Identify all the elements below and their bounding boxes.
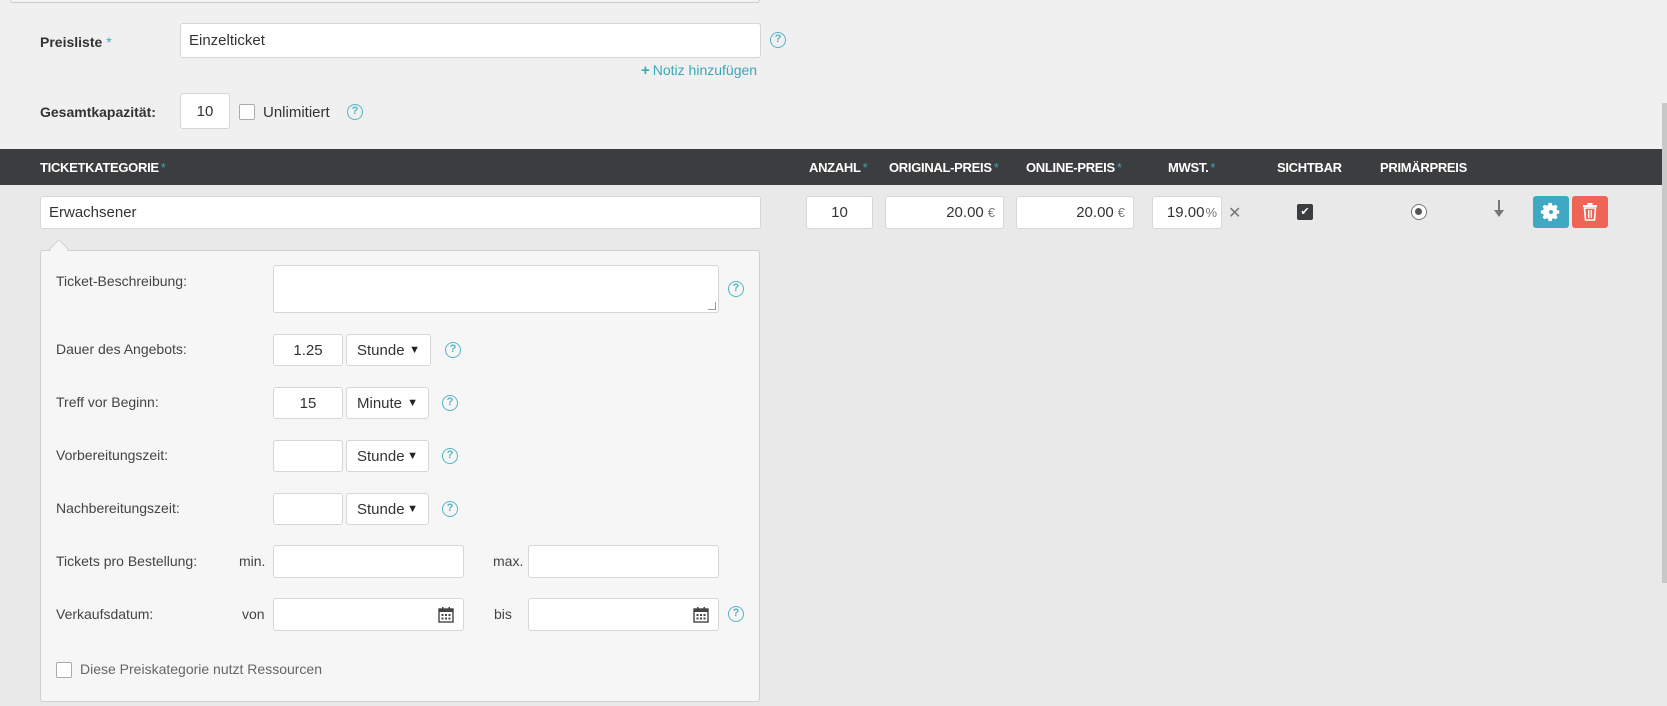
duration-unit-select[interactable]: Stunde ▼ — [346, 334, 431, 366]
resources-label: Diese Preiskategorie nutzt Ressourcen — [80, 661, 323, 677]
online-price-input[interactable]: 20.00 € — [1016, 196, 1134, 229]
header-vat: MWST. * — [1168, 160, 1216, 175]
capacity-input[interactable]: 10 — [180, 93, 230, 129]
category-input[interactable]: Erwachsener — [40, 196, 761, 229]
meet-unit-select[interactable]: Minute ▼ — [346, 387, 429, 419]
calendar-icon[interactable] — [693, 607, 709, 623]
question-circle-icon[interactable]: ? — [445, 342, 461, 358]
sale-date-to-input[interactable] — [528, 598, 719, 631]
header-online-price: ONLINE-PREIS * — [1026, 160, 1122, 175]
visible-checkbox[interactable]: ✔ — [1297, 204, 1313, 220]
question-circle-icon[interactable]: ? — [442, 448, 458, 464]
price-list-input[interactable]: Einzelticket — [180, 23, 761, 58]
form-header-area: Preisliste * Einzelticket ? + Notiz hinzuf… — [0, 0, 1667, 149]
duration-label: Dauer des Angebots: — [56, 341, 187, 357]
unlimited-checkbox[interactable] — [239, 104, 255, 120]
resources-checkbox[interactable] — [56, 662, 72, 678]
delete-button[interactable] — [1572, 196, 1608, 228]
currency-unit: € — [987, 205, 995, 220]
post-label: Nachbereitungszeit: — [56, 500, 180, 516]
ticket-details-panel — [40, 250, 760, 702]
count-input[interactable]: 10 — [806, 196, 873, 229]
header-original-price: ORIGINAL-PREIS * — [889, 160, 999, 175]
previous-section-edge — [10, 0, 760, 3]
percent-unit: % — [1205, 205, 1217, 220]
header-visible: SICHTBAR — [1277, 160, 1342, 175]
question-circle-icon[interactable]: ? — [347, 104, 363, 120]
arrow-down-icon[interactable] — [1494, 200, 1504, 223]
sale-date-label: Verkaufsdatum: — [56, 606, 154, 622]
meet-input[interactable]: 15 — [273, 387, 343, 419]
header-category: TICKETKATEGORIE * — [40, 160, 166, 175]
scrollbar[interactable] — [1662, 103, 1667, 583]
gear-icon — [1540, 202, 1560, 222]
tickets-per-order-label: Tickets pro Bestellung: — [56, 553, 198, 569]
settings-button[interactable] — [1533, 196, 1569, 228]
x-icon[interactable]: ✕ — [1228, 203, 1241, 223]
sale-date-from-input[interactable] — [273, 598, 464, 631]
question-circle-icon[interactable]: ? — [442, 395, 458, 411]
chevron-down-icon: ▼ — [407, 503, 418, 515]
chevron-down-icon: ▼ — [407, 450, 418, 462]
duration-input[interactable]: 1.25 — [273, 334, 343, 366]
header-primary: PRIMÄRPREIS — [1380, 160, 1467, 175]
max-tickets-input[interactable] — [528, 545, 719, 578]
price-list-label: Preisliste * — [40, 34, 112, 50]
calendar-icon[interactable] — [438, 607, 454, 623]
description-label: Ticket-Beschreibung: — [56, 273, 187, 289]
add-note-link[interactable]: + Notiz hinzufügen — [641, 62, 757, 79]
currency-unit: € — [1117, 205, 1125, 220]
capacity-label: Gesamtkapazität: — [40, 104, 156, 120]
unlimited-label: Unlimitiert — [263, 104, 330, 121]
question-circle-icon[interactable]: ? — [728, 281, 744, 297]
header-count: ANZAHL * — [809, 160, 868, 175]
primary-price-radio[interactable] — [1411, 204, 1427, 220]
post-unit-select[interactable]: Stunde ▼ — [346, 493, 429, 525]
prep-label: Vorbereitungszeit: — [56, 447, 169, 463]
meet-label: Treff vor Beginn: — [56, 394, 159, 410]
table-header: TICKETKATEGORIE * ANZAHL * ORIGINAL-PREIS *… — [0, 149, 1662, 185]
description-textarea[interactable] — [273, 265, 719, 313]
to-label: bis — [494, 606, 512, 622]
resize-handle[interactable] — [708, 302, 716, 310]
from-label: von — [242, 606, 265, 622]
prep-input[interactable] — [273, 440, 343, 472]
trash-icon — [1583, 203, 1597, 221]
question-circle-icon[interactable]: ? — [728, 606, 744, 622]
min-tickets-input[interactable] — [273, 545, 464, 578]
max-label: max. — [493, 553, 524, 569]
question-circle-icon[interactable]: ? — [770, 32, 786, 48]
question-circle-icon[interactable]: ? — [442, 501, 458, 517]
chevron-down-icon: ▼ — [409, 344, 420, 356]
original-price-input[interactable]: 20.00 € — [885, 196, 1004, 229]
min-label: min. — [239, 553, 266, 569]
post-input[interactable] — [273, 493, 343, 525]
vat-input[interactable]: 19.00% — [1152, 196, 1222, 229]
prep-unit-select[interactable]: Stunde ▼ — [346, 440, 429, 472]
chevron-down-icon: ▼ — [407, 397, 418, 409]
